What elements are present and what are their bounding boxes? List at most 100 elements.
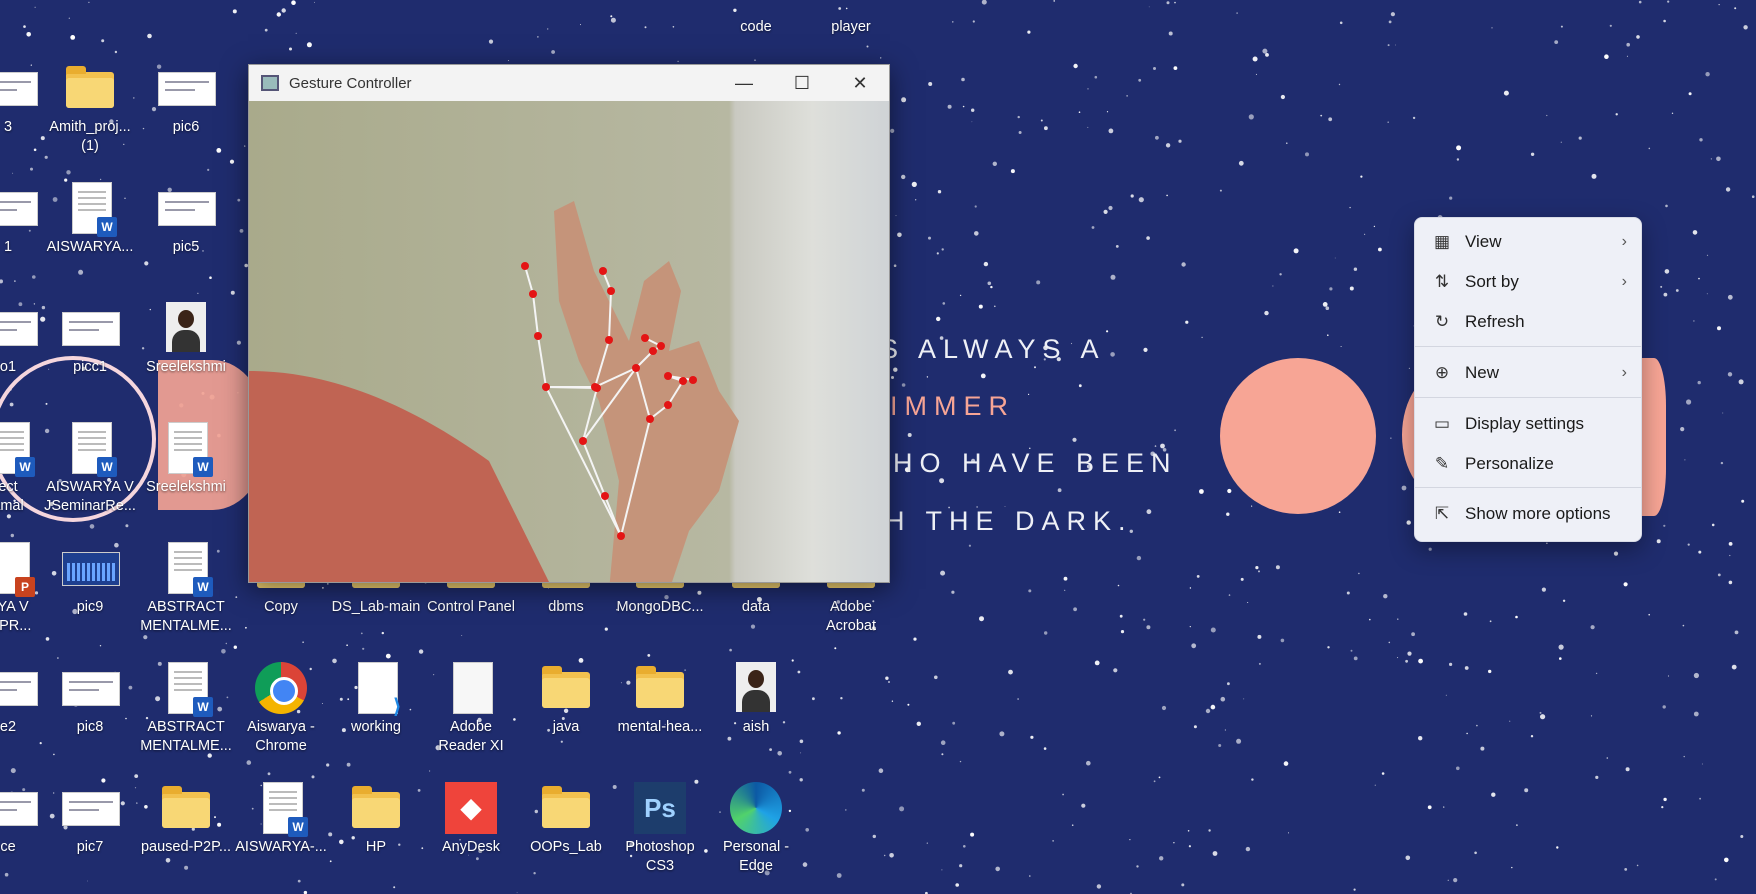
desktop-icon[interactable]: pic8 — [42, 660, 138, 737]
edge-icon — [728, 780, 784, 836]
desktop-icon[interactable]: pic6 — [138, 60, 234, 137]
close-button[interactable]: ✕ — [831, 65, 889, 101]
desktop-icon[interactable]: HP — [328, 780, 424, 857]
desktop-icon-label: code — [740, 19, 772, 35]
desktop-icon[interactable]: aish — [708, 660, 804, 737]
menu-item-display-settings[interactable]: ▭ Display settings — [1421, 406, 1635, 442]
window-titlebar[interactable]: Gesture Controller — ☐ ✕ — [249, 65, 889, 101]
desktop-icon[interactable]: Amith_proj... (1) — [42, 60, 138, 156]
menu-item-refresh[interactable]: ↻ Refresh — [1421, 304, 1635, 340]
desktop-icon-label: Personal - Edge — [722, 839, 790, 874]
hand-landmark — [542, 383, 550, 391]
menu-item-show-more-options[interactable]: ⇱ Show more options — [1421, 496, 1635, 532]
wallpaper-quote-line: H THE DARK. — [885, 506, 1133, 536]
hand-landmark — [534, 332, 542, 340]
desktop-icon-label: pic6 — [172, 119, 200, 135]
menu-item-view[interactable]: ▦ View › — [1421, 224, 1635, 260]
desktop-icon-label: picc1 — [73, 359, 107, 375]
desktop-icon[interactable]: player — [803, 0, 899, 37]
hand-landmark — [599, 267, 607, 275]
thumb-icon — [62, 300, 120, 356]
thumb-icon — [158, 60, 216, 116]
desktop-icon-label: Aiswarya - Chrome — [247, 719, 315, 754]
desktop-icon[interactable]: W AISWARYA V JSeminarRe... — [42, 420, 138, 516]
desktop-icon[interactable]: W AISWARYA... — [42, 180, 138, 257]
anydesk-icon: ◆ — [443, 780, 499, 836]
hand-landmark — [521, 262, 529, 270]
blankdoc-icon — [443, 660, 499, 716]
desktop-icon[interactable]: W Sreelekshmi — [138, 420, 234, 497]
chrome-icon — [253, 660, 309, 716]
desktop-icon[interactable]: Sreelekshmi — [138, 300, 234, 377]
plus-circle-icon: ⊕ — [1434, 363, 1450, 382]
menu-item-sort-by[interactable]: ⇅ Sort by › — [1421, 264, 1635, 300]
desktop-icon[interactable]: ⟩ working — [328, 660, 424, 737]
thumb-icon — [0, 660, 38, 716]
word-icon: W — [62, 420, 118, 477]
desktop-icon[interactable]: OOPs_Lab — [518, 780, 614, 857]
desktop-icon-label: AISWARYA... — [46, 239, 134, 255]
desktop-icon[interactable]: W ABSTRACT MENTALME... — [138, 660, 234, 756]
photo-icon — [158, 300, 214, 356]
desktop-icon-label: Control Panel — [427, 599, 515, 615]
grid-icon: ▦ — [1433, 232, 1451, 251]
desktop-icon[interactable]: ◆ AnyDesk — [423, 780, 519, 857]
desktop-icon-label: ABSTRACT MENTALME... — [140, 599, 232, 634]
maximize-button[interactable]: ☐ — [773, 65, 831, 101]
desktop-icon[interactable]: Aiswarya - Chrome — [233, 660, 329, 756]
word-icon: W — [62, 180, 118, 237]
hand-landmark — [529, 290, 537, 298]
desktop-icon[interactable]: W ABSTRACT MENTALME... — [138, 540, 234, 636]
desktop-icon[interactable]: mental-hea... — [612, 660, 708, 737]
menu-separator — [1415, 397, 1641, 398]
desktop-icon-label: player — [831, 19, 871, 35]
display-icon: ▭ — [1433, 414, 1451, 433]
gesture-controller-window[interactable]: Gesture Controller — ☐ ✕ — [248, 64, 890, 583]
folder-icon — [538, 780, 594, 836]
hand-landmark — [641, 334, 649, 342]
word-icon: W — [158, 420, 214, 477]
menu-item-label: Refresh — [1465, 312, 1525, 331]
desktop-icon[interactable]: picc1 — [42, 300, 138, 377]
desktop-icon-label: Photoshop CS3 — [625, 839, 695, 874]
brush-icon: ✎ — [1434, 454, 1450, 473]
desktop-icon-label: Adobe Reader XI — [438, 719, 504, 754]
desktop-icon[interactable]: pic5 — [138, 180, 234, 257]
minimize-button[interactable]: — — [715, 65, 773, 101]
thumb-icon — [62, 660, 120, 716]
partial-icon — [728, 0, 784, 16]
desktop-icon-label: AnyDesk — [441, 839, 501, 855]
desktop-icon-label: aish — [742, 719, 770, 735]
hand-landmark — [579, 437, 587, 445]
desktop-icon-label: mental-hea... — [617, 719, 703, 735]
menu-item-new[interactable]: ⊕ New › — [1421, 355, 1635, 391]
hand-landmark — [689, 376, 697, 384]
thumb-icon — [0, 60, 38, 116]
desktop-icon-label: pic8 — [76, 719, 104, 735]
camera-feed — [249, 101, 889, 582]
hand-landmark — [607, 287, 615, 295]
desktop-icon[interactable]: W AISWARYA-... — [233, 780, 329, 857]
menu-separator — [1415, 346, 1641, 347]
menu-item-label: Show more options — [1465, 504, 1611, 523]
desktop-icon[interactable]: Ps Photoshop CS3 — [612, 780, 708, 876]
folder-icon — [538, 660, 594, 716]
hand-landmark — [617, 532, 625, 540]
desktop-icon[interactable]: paused-P2P... — [138, 780, 234, 857]
hand-landmark — [657, 342, 665, 350]
desktop-icon[interactable]: Adobe Reader XI — [423, 660, 519, 756]
hand-landmark — [601, 492, 609, 500]
desktop-icon[interactable]: code — [708, 0, 804, 37]
desktop-icon[interactable]: java — [518, 660, 614, 737]
menu-item-personalize[interactable]: ✎ Personalize — [1421, 446, 1635, 482]
word-icon: W — [253, 780, 309, 837]
desktop-icon-label: DS_Lab-main — [331, 599, 421, 615]
desktop-icon[interactable]: Personal - Edge — [708, 780, 804, 876]
hand-landmark — [664, 401, 672, 409]
hand-landmark — [605, 336, 613, 344]
app-icon — [261, 75, 279, 91]
desktop-icon[interactable]: pic7 — [42, 780, 138, 857]
desktop-icon[interactable]: pic9 — [42, 540, 138, 617]
photo-icon — [728, 660, 784, 716]
desktop-icon-label: OOPs_Lab — [530, 839, 602, 855]
